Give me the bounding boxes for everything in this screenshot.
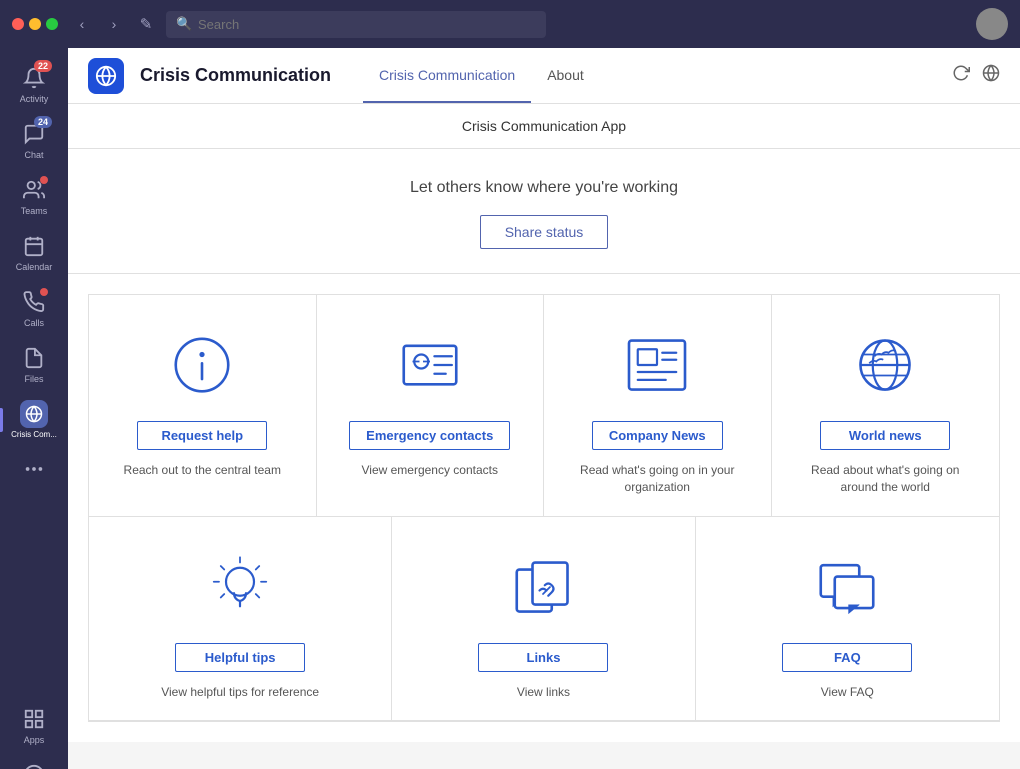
card-request-help: Request help Reach out to the central te…: [89, 295, 317, 517]
sidebar-label-apps: Apps: [24, 735, 45, 745]
world-news-desc: Read about what's going on around the wo…: [792, 462, 980, 496]
links-desc: View links: [517, 684, 570, 701]
emergency-contacts-button[interactable]: Emergency contacts: [349, 421, 510, 450]
world-news-icon: [845, 325, 925, 405]
company-news-icon: [617, 325, 697, 405]
teams-badge: [40, 176, 48, 184]
sidebar-item-calendar[interactable]: Calendar: [0, 224, 68, 280]
hero-text: Let others know where you're working: [88, 179, 1000, 197]
faq-icon: [807, 547, 887, 627]
emergency-contacts-icon: [390, 325, 470, 405]
sidebar-item-teams[interactable]: Teams: [0, 168, 68, 224]
globe-button[interactable]: [982, 64, 1000, 87]
cards-grid-top: Request help Reach out to the central te…: [88, 294, 1000, 517]
request-help-button[interactable]: Request help: [137, 421, 267, 450]
request-help-icon: [162, 325, 242, 405]
helpful-tips-icon: [200, 547, 280, 627]
faq-desc: View FAQ: [821, 684, 874, 701]
traffic-lights: [12, 18, 58, 30]
calendar-icon: [20, 232, 48, 260]
calls-badge: [40, 288, 48, 296]
sidebar-item-help[interactable]: Help: [0, 753, 68, 769]
app-tabs: Crisis Communication About: [363, 48, 600, 103]
close-dot[interactable]: [12, 18, 24, 30]
refresh-button[interactable]: [952, 64, 970, 87]
search-input[interactable]: [166, 11, 546, 38]
inner-header: Crisis Communication App: [68, 104, 1020, 149]
app-title: Crisis Communication: [140, 65, 331, 86]
chat-icon: 24: [20, 120, 48, 148]
sidebar-label-chat: Chat: [24, 150, 43, 160]
content-area: Crisis Communication App Let others know…: [68, 104, 1020, 769]
company-news-button[interactable]: Company News: [592, 421, 723, 450]
emergency-contacts-desc: View emergency contacts: [361, 462, 498, 479]
sidebar-item-crisis[interactable]: Crisis Com...: [0, 392, 68, 447]
sidebar: 22 Activity 24 Chat: [0, 48, 68, 769]
inner-title: Crisis Communication App: [462, 118, 626, 134]
activity-icon: 22: [20, 64, 48, 92]
teams-icon: [20, 176, 48, 204]
helpful-tips-button[interactable]: Helpful tips: [175, 643, 305, 672]
sidebar-item-apps[interactable]: Apps: [0, 697, 68, 753]
card-links: Links View links: [392, 517, 695, 722]
files-icon: [20, 344, 48, 372]
crisis-icon: [20, 400, 48, 428]
sidebar-item-activity[interactable]: 22 Activity: [0, 56, 68, 112]
cards-grid-bottom: Helpful tips View helpful tips for refer…: [88, 517, 1000, 723]
sidebar-label-calendar: Calendar: [16, 262, 53, 272]
sidebar-label-calls: Calls: [24, 318, 44, 328]
tab-crisis-communication[interactable]: Crisis Communication: [363, 48, 531, 103]
card-helpful-tips: Helpful tips View helpful tips for refer…: [89, 517, 392, 722]
card-emergency-contacts: Emergency contacts View emergency contac…: [317, 295, 545, 517]
faq-button[interactable]: FAQ: [782, 643, 912, 672]
header-actions: [952, 64, 1000, 87]
card-company-news: Company News Read what's going on in you…: [544, 295, 772, 517]
maximize-dot[interactable]: [46, 18, 58, 30]
avatar: [976, 8, 1008, 40]
app-icon: [88, 58, 124, 94]
chat-badge: 24: [34, 116, 52, 128]
activity-badge: 22: [34, 60, 52, 72]
card-faq: FAQ View FAQ: [696, 517, 999, 722]
links-button[interactable]: Links: [478, 643, 608, 672]
more-icon: [20, 455, 48, 483]
sidebar-label-activity: Activity: [20, 94, 49, 104]
sidebar-label-crisis: Crisis Com...: [11, 430, 57, 439]
help-icon: [20, 761, 48, 769]
search-container: 🔍: [166, 11, 546, 38]
sidebar-item-files[interactable]: Files: [0, 336, 68, 392]
company-news-desc: Read what's going on in your organizatio…: [564, 462, 751, 496]
request-help-desc: Reach out to the central team: [124, 462, 281, 479]
search-icon: 🔍: [176, 16, 192, 32]
back-button[interactable]: ‹: [70, 12, 94, 36]
compose-button[interactable]: ✎: [134, 12, 158, 36]
links-icon: [503, 547, 583, 627]
minimize-dot[interactable]: [29, 18, 41, 30]
calls-icon: [20, 288, 48, 316]
forward-button[interactable]: ›: [102, 12, 126, 36]
sidebar-item-chat[interactable]: 24 Chat: [0, 112, 68, 168]
title-bar: ‹ › ✎ 🔍: [0, 0, 1020, 48]
cards-section: Request help Reach out to the central te…: [68, 273, 1020, 742]
app-header: Crisis Communication Crisis Communicatio…: [68, 48, 1020, 104]
apps-icon: [20, 705, 48, 733]
sidebar-item-calls[interactable]: Calls: [0, 280, 68, 336]
share-status-button[interactable]: Share status: [480, 215, 609, 249]
hero-section: Let others know where you're working Sha…: [68, 149, 1020, 273]
world-news-button[interactable]: World news: [820, 421, 950, 450]
tab-about[interactable]: About: [531, 48, 600, 103]
sidebar-item-more[interactable]: [0, 447, 68, 491]
card-world-news: World news Read about what's going on ar…: [772, 295, 1000, 517]
sidebar-label-files: Files: [24, 374, 43, 384]
main-area: Crisis Communication Crisis Communicatio…: [68, 48, 1020, 769]
helpful-tips-desc: View helpful tips for reference: [161, 684, 319, 701]
sidebar-label-teams: Teams: [21, 206, 48, 216]
